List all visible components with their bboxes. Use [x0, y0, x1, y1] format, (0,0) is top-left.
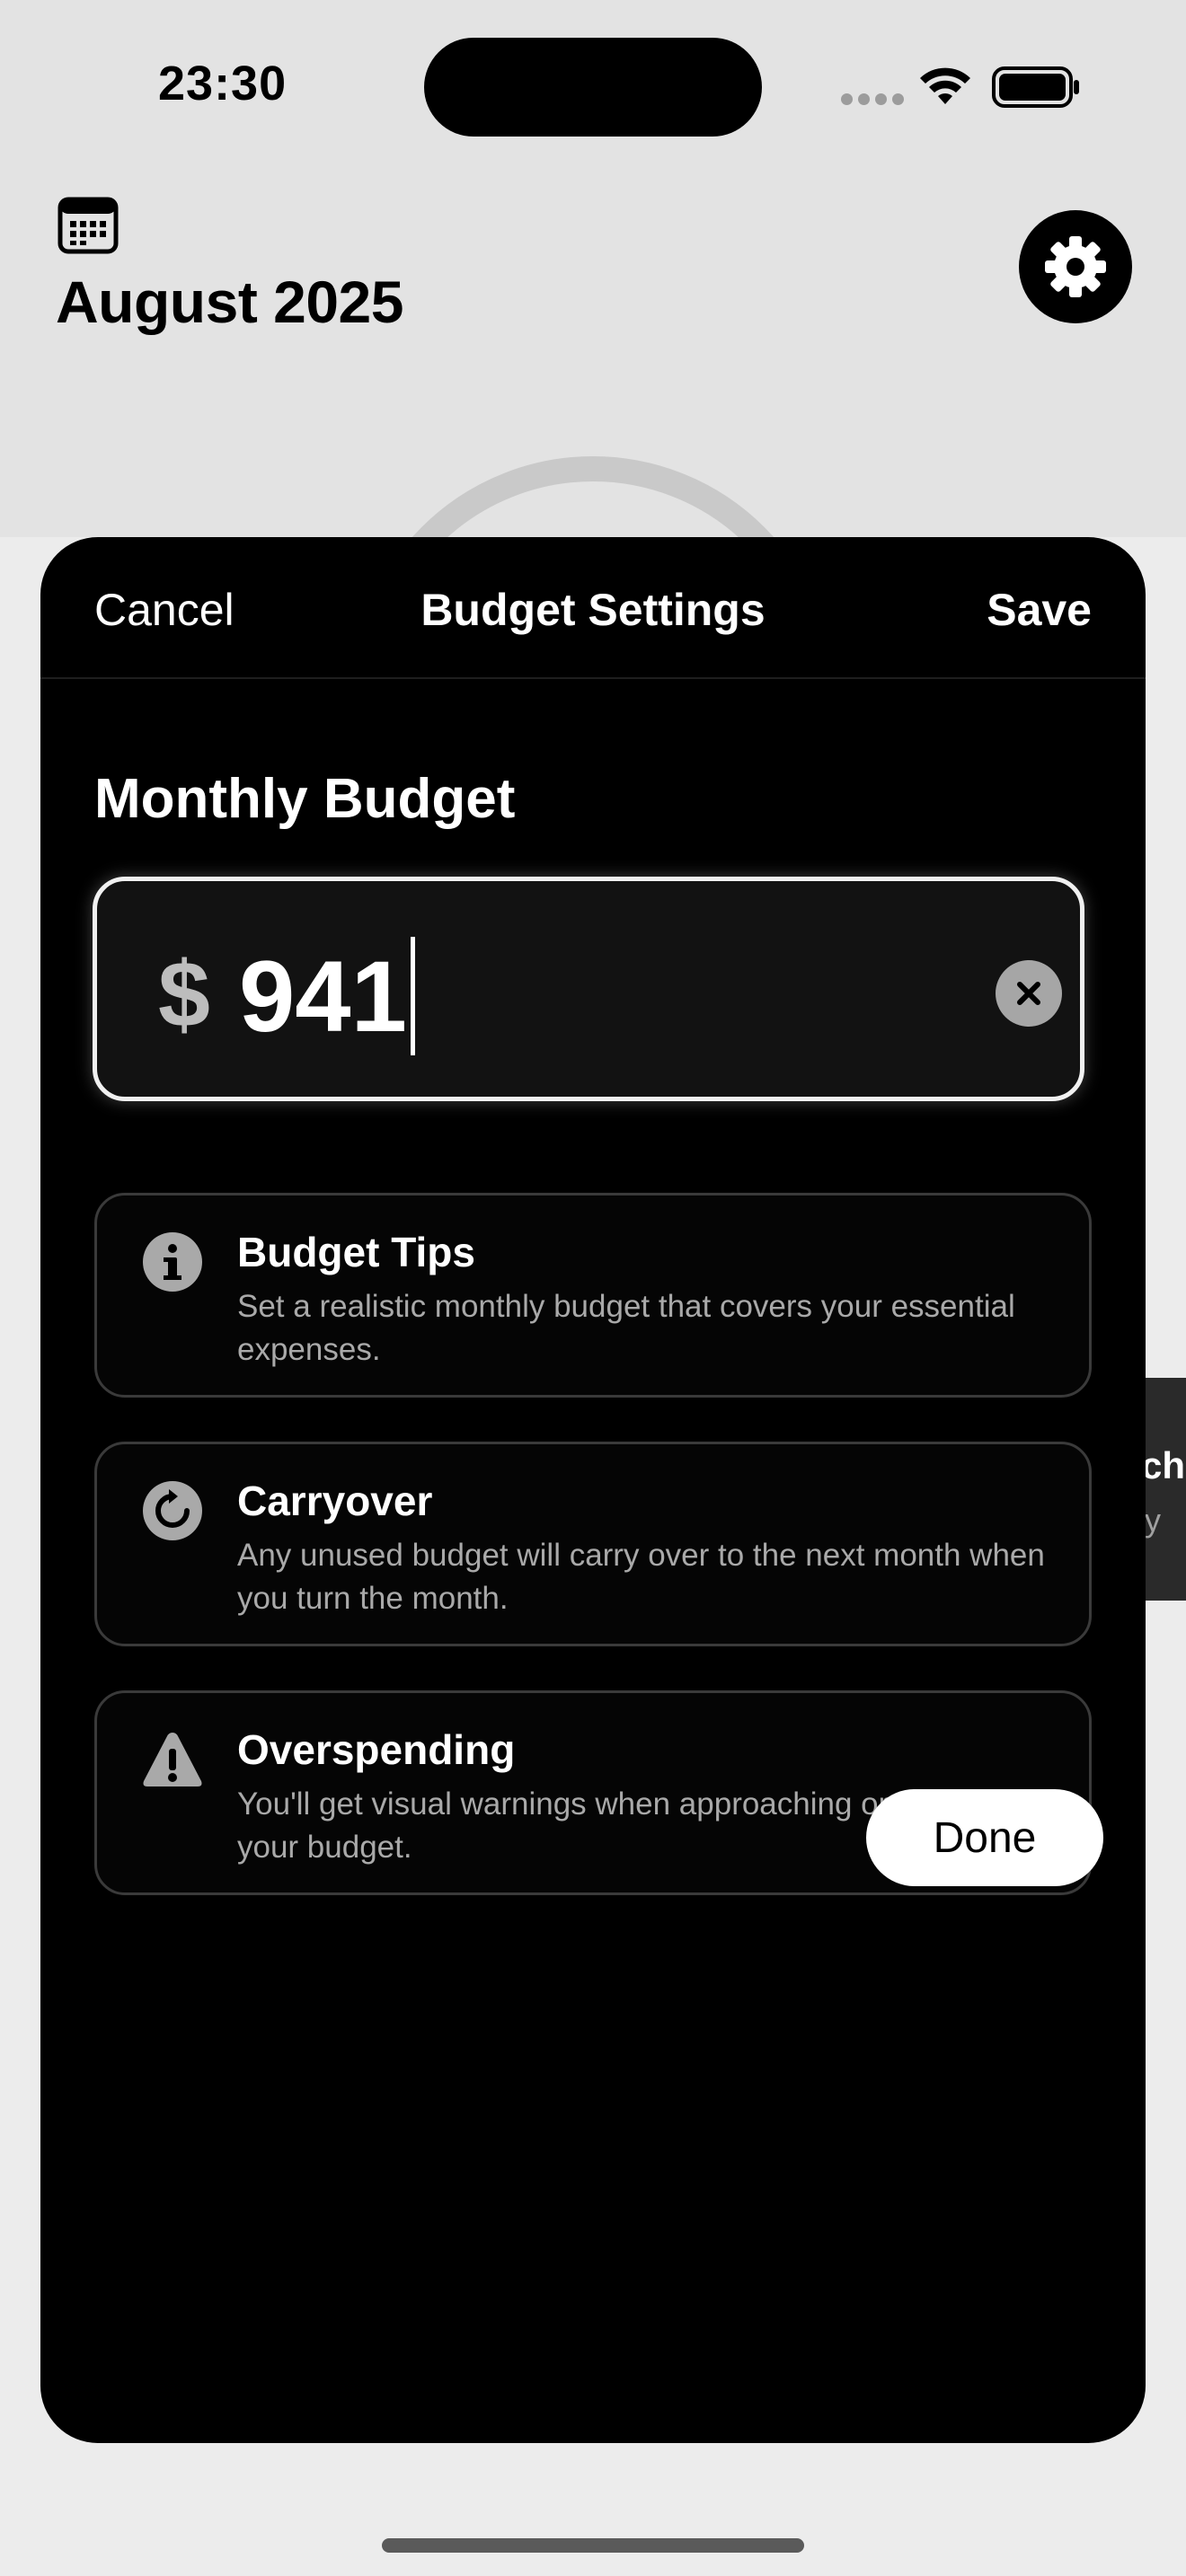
card-title: Overspending	[237, 1726, 516, 1773]
save-button[interactable]: Save	[987, 584, 1092, 636]
dynamic-island	[424, 38, 762, 137]
cancel-button[interactable]: Cancel	[94, 584, 235, 636]
gear-icon	[1045, 236, 1106, 297]
carryover-card: Carryover Any unused budget will carry o…	[94, 1442, 1092, 1646]
home-indicator[interactable]	[382, 2538, 804, 2553]
section-title: Monthly Budget	[94, 768, 516, 830]
budget-amount-text: 941	[239, 940, 407, 1053]
background-card-title: ch	[1141, 1444, 1186, 1486]
card-description: Any unused budget will carry over to the…	[237, 1538, 1045, 1616]
card-description: Set a realistic monthly budget that cove…	[237, 1289, 1015, 1367]
budget-amount-value[interactable]: 941	[239, 937, 415, 1055]
background-card-subtitle: y	[1145, 1502, 1161, 1539]
info-icon	[143, 1232, 202, 1292]
card-title: Budget Tips	[237, 1229, 475, 1275]
month-title: August 2025	[56, 269, 403, 335]
card-title: Carryover	[237, 1478, 433, 1524]
done-button[interactable]: Done	[866, 1789, 1103, 1886]
nav-divider	[40, 677, 1146, 679]
budget-settings-sheet: Budget Settings Cancel Save Monthly Budg…	[40, 537, 1146, 2443]
cellular-signal-icon	[841, 93, 904, 105]
currency-symbol: $	[158, 943, 210, 1047]
warning-icon	[143, 1733, 202, 1786]
wifi-icon	[920, 67, 970, 104]
battery-icon	[992, 66, 1079, 108]
calendar-icon[interactable]	[58, 194, 119, 255]
status-time: 23:30	[158, 57, 288, 110]
close-icon	[1017, 982, 1040, 1005]
refresh-icon	[143, 1481, 202, 1540]
settings-button[interactable]	[1019, 210, 1132, 323]
text-caret	[410, 937, 415, 1055]
budget-ring	[350, 456, 836, 546]
budget-tips-card: Budget Tips Set a realistic monthly budg…	[94, 1193, 1092, 1398]
clear-input-button[interactable]	[996, 960, 1062, 1027]
budget-amount-input[interactable]: $ 941	[93, 877, 1084, 1101]
